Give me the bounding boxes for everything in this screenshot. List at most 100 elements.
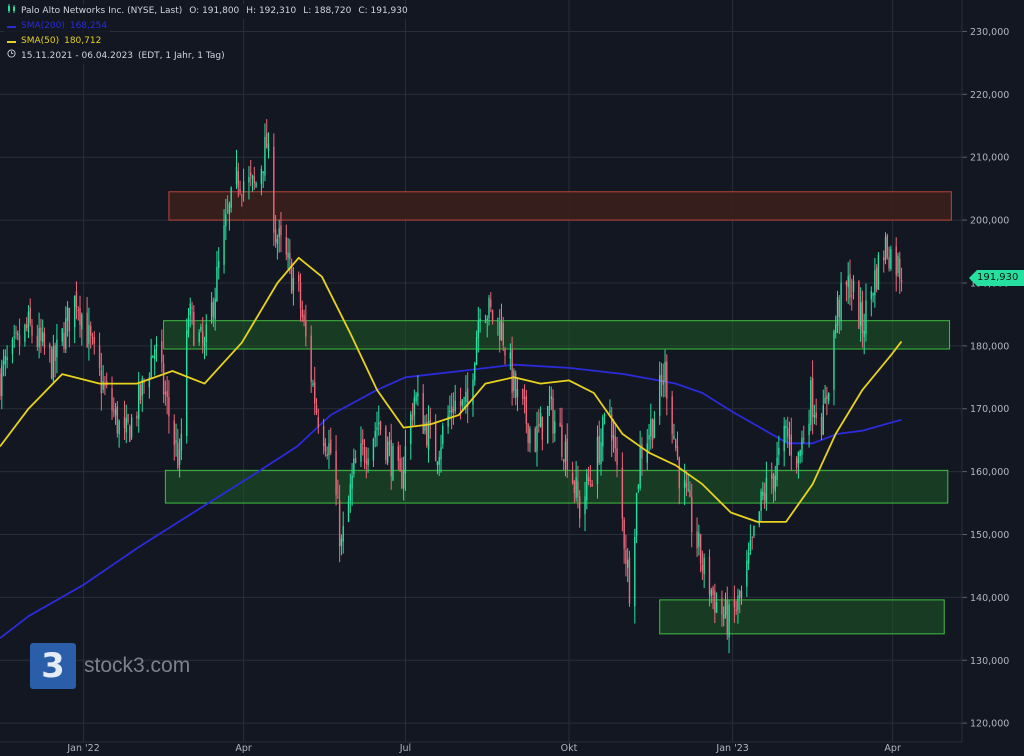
- candle-body: [573, 481, 576, 493]
- candle-body: [248, 176, 250, 183]
- logo-mark: 3: [30, 643, 76, 689]
- candle-body: [367, 458, 369, 466]
- candle-body: [778, 447, 780, 455]
- candle-body: [399, 458, 401, 472]
- candle-body: [41, 331, 44, 342]
- candle-body: [788, 437, 791, 439]
- candle-body: [763, 492, 766, 500]
- candle-body: [315, 405, 318, 413]
- candle-body: [337, 497, 339, 499]
- candle-body: [266, 133, 268, 149]
- candle-body: [500, 320, 503, 340]
- candle-body: [666, 361, 668, 399]
- candle-body: [388, 442, 391, 444]
- candle-body: [648, 435, 650, 440]
- candle-body: [554, 421, 556, 433]
- y-tick-label: 200,000: [970, 216, 1009, 227]
- y-tick-label: 130,000: [970, 656, 1009, 667]
- candle-body: [129, 425, 131, 442]
- candle-body: [372, 438, 375, 461]
- candle-body: [609, 410, 611, 413]
- candle-body: [662, 380, 664, 385]
- candle-body: [239, 189, 241, 191]
- candle-body: [17, 333, 19, 336]
- y-tick-label: 140,000: [970, 593, 1009, 604]
- candle-body: [89, 325, 92, 336]
- candle-body: [310, 335, 312, 382]
- candle-body: [815, 412, 817, 419]
- candle-body: [454, 400, 456, 411]
- candle-body: [714, 590, 716, 613]
- candle-body: [899, 258, 901, 280]
- candle-body: [175, 440, 177, 443]
- candle-body: [509, 352, 512, 359]
- candle-body: [180, 433, 183, 451]
- candle-body: [477, 320, 480, 339]
- candle-body: [820, 417, 823, 436]
- candle-body: [886, 235, 889, 258]
- candle-body: [187, 318, 190, 334]
- candle-body: [723, 614, 725, 619]
- candle-body: [100, 370, 103, 394]
- candle-body: [390, 439, 392, 477]
- candle-body: [797, 451, 800, 464]
- candle-body: [459, 401, 462, 407]
- candle-body: [561, 425, 563, 457]
- candle-body: [287, 252, 289, 258]
- candle-body: [312, 383, 314, 385]
- candle-body: [241, 195, 243, 197]
- candle-body: [715, 602, 718, 613]
- candle-body: [474, 363, 476, 381]
- candle-body: [746, 560, 748, 587]
- candle-body: [424, 422, 426, 431]
- candle-body: [824, 397, 826, 404]
- last-price-tag: 191,930: [969, 270, 1024, 286]
- candle-body: [136, 415, 138, 419]
- candle-body: [189, 303, 191, 316]
- candle-body: [379, 421, 382, 431]
- candle-body: [303, 314, 305, 322]
- candle-body: [402, 470, 405, 489]
- candle-body: [130, 417, 133, 438]
- candle-body: [536, 426, 538, 452]
- candle-body: [280, 225, 282, 236]
- candle-body: [835, 323, 837, 334]
- candle-body: [621, 467, 624, 519]
- candle-body: [452, 408, 455, 413]
- candle-body: [111, 388, 113, 411]
- candle-body: [822, 405, 825, 435]
- candle-body: [63, 332, 65, 349]
- candle-body: [212, 301, 215, 317]
- candle-body: [378, 422, 380, 425]
- candle-body: [276, 239, 279, 245]
- candle-body: [392, 446, 394, 481]
- legend-sma200-row[interactable]: SMA(200) 168,254: [4, 19, 111, 34]
- candle-body: [801, 437, 803, 455]
- candle-body: [890, 248, 892, 270]
- candle-body: [226, 210, 229, 212]
- candle-body: [774, 475, 776, 492]
- candle-body: [502, 323, 504, 346]
- candle-body: [347, 500, 350, 522]
- candle-body: [2, 361, 5, 366]
- candle-body: [548, 401, 551, 403]
- candle-body: [360, 443, 362, 462]
- candle-body: [6, 357, 8, 361]
- candle-body: [498, 321, 501, 341]
- candle-body: [137, 383, 140, 420]
- candle-body: [200, 326, 202, 331]
- candle-body: [342, 525, 344, 542]
- candle-body: [225, 214, 227, 227]
- candle-body: [739, 590, 741, 599]
- candle-body: [178, 449, 181, 466]
- legend-sma50-row[interactable]: SMA(50) 180,712: [4, 34, 105, 49]
- candle-body: [559, 422, 561, 427]
- candle-body: [753, 525, 755, 536]
- candle-body: [66, 307, 69, 321]
- candle-body: [859, 302, 862, 326]
- candle-body: [447, 415, 449, 427]
- candle-body: [874, 270, 876, 296]
- candle-body: [154, 349, 156, 360]
- symbol-name: Palo Alto Networks Inc. (NYSE, Last): [21, 6, 183, 16]
- candle-body: [525, 396, 528, 424]
